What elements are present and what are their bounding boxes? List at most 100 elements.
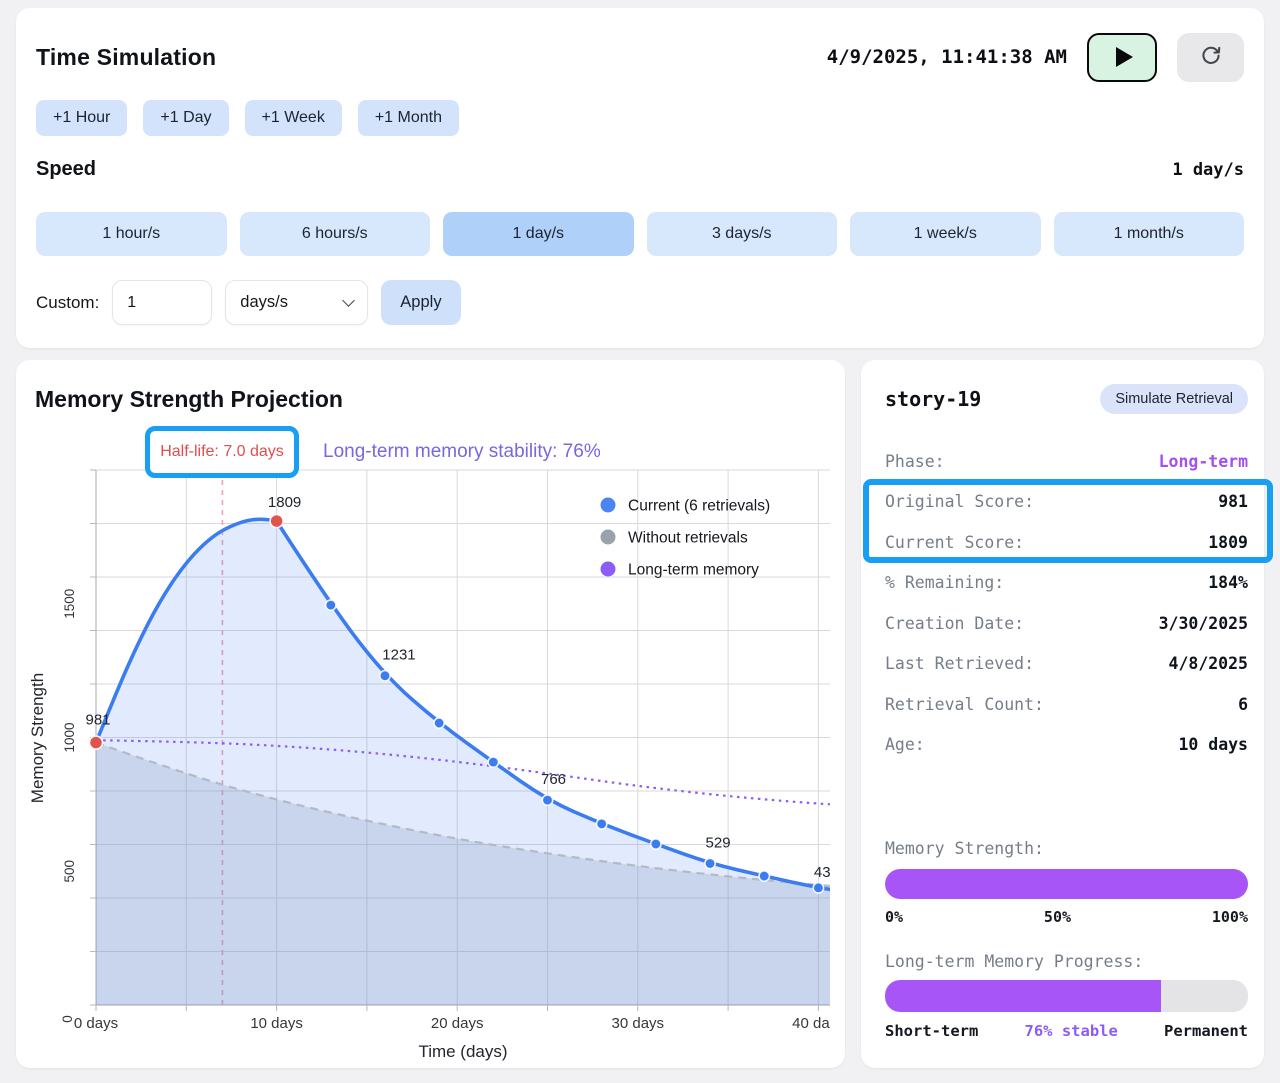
info-row-lastretrieved: Last Retrieved: 4/8/2025 (885, 644, 1248, 685)
info-value: 10 days (1178, 735, 1248, 754)
jump-button-1week[interactable]: +1 Week (245, 100, 342, 136)
scale-50: 50% (1044, 908, 1071, 926)
speed-option-1-hour-s[interactable]: 1 hour/s (36, 212, 227, 256)
memory-strength-bar (885, 869, 1248, 899)
svg-text:30 days: 30 days (612, 1015, 665, 1032)
simulation-controls: 4/9/2025, 11:41:38 AM (827, 33, 1244, 82)
svg-text:40 days: 40 days (792, 1015, 830, 1032)
custom-speed-input[interactable] (112, 280, 212, 325)
time-jump-row: +1 Hour +1 Day +1 Week +1 Month (36, 100, 459, 136)
speed-header: Speed 1 day/s (36, 158, 1244, 181)
info-row-remaining: % Remaining: 184% (885, 563, 1248, 604)
svg-text:0: 0 (60, 1015, 75, 1023)
reset-button[interactable] (1177, 33, 1244, 82)
simulation-datetime: 4/9/2025, 11:41:38 AM (827, 46, 1067, 68)
svg-text:500: 500 (62, 860, 77, 883)
info-row-currentscore: Current Score: 1809 (885, 522, 1248, 563)
memory-strength-label: Memory Strength: (885, 839, 1248, 858)
svg-text:981: 981 (85, 712, 110, 729)
simulate-retrieval-button[interactable]: Simulate Retrieval (1100, 384, 1248, 414)
info-label: Age: (885, 735, 925, 754)
info-value: 3/30/2025 (1159, 614, 1248, 633)
chevron-down-icon (342, 294, 355, 307)
simulation-header: Time Simulation 4/9/2025, 11:41:38 AM (36, 32, 1244, 82)
svg-text:Long-term memory: Long-term memory (628, 562, 759, 579)
info-value: 1809 (1208, 533, 1248, 552)
speed-option-1-day-s[interactable]: 1 day/s (443, 212, 634, 256)
speed-heading: Speed (36, 158, 96, 181)
info-value: 6 (1238, 695, 1248, 714)
info-value: 184% (1208, 573, 1248, 592)
svg-text:Memory Strength: Memory Strength (28, 673, 47, 803)
stable-percent-label: 76% stable (1025, 1022, 1118, 1040)
simulation-title: Time Simulation (36, 44, 216, 71)
info-label: Last Retrieved: (885, 654, 1034, 673)
permanent-label: Permanent (1164, 1022, 1248, 1040)
stability-annotation: Long-term memory stability: 76% (323, 441, 601, 463)
info-label: Phase: (885, 452, 945, 471)
detail-header: story-19 Simulate Retrieval (885, 384, 1248, 414)
info-row-originalscore: Original Score: 981 (885, 482, 1248, 523)
memory-strength-scale: 0% 50% 100% (885, 908, 1248, 926)
info-value: 4/8/2025 (1169, 654, 1248, 673)
svg-text:1500: 1500 (62, 589, 77, 619)
memory-projection-card: Memory Strength Projection 9811809123176… (16, 360, 845, 1068)
shortterm-label: Short-term (885, 1022, 978, 1040)
half-life-label: Half-life: 7.0 days (160, 443, 284, 461)
info-label: % Remaining: (885, 573, 1004, 592)
longterm-progress-label: Long-term Memory Progress: (885, 952, 1248, 971)
longterm-progress-fill (885, 980, 1161, 1012)
svg-text:1000: 1000 (62, 722, 77, 752)
custom-unit-select[interactable]: days/s (225, 280, 368, 325)
speed-option-3-days-s[interactable]: 3 days/s (647, 212, 838, 256)
half-life-annotation-box: Half-life: 7.0 days (145, 426, 299, 478)
memory-strength-fill (885, 869, 1248, 899)
memory-detail-card: story-19 Simulate Retrieval Phase: Long-t… (861, 360, 1264, 1068)
speed-option-6-hours-s[interactable]: 6 hours/s (240, 212, 431, 256)
speed-option-1-week-s[interactable]: 1 week/s (850, 212, 1041, 256)
play-button[interactable] (1087, 33, 1157, 82)
longterm-progress-scale: Short-term 76% stable Permanent (885, 1022, 1248, 1040)
info-label: Original Score: (885, 492, 1034, 511)
info-label: Creation Date: (885, 614, 1024, 633)
info-label: Retrieval Count: (885, 695, 1044, 714)
svg-text:Without retrievals: Without retrievals (628, 530, 748, 547)
memory-id-title: story-19 (885, 387, 981, 411)
custom-speed-row: Custom: days/s Apply (36, 280, 461, 325)
speed-options-row: 1 hour/s 6 hours/s 1 day/s 3 days/s 1 week/s… (36, 212, 1244, 256)
info-value: Long-term (1159, 452, 1248, 471)
memory-simulation-page: { "simulation": { "title": "Time Simulat… (0, 0, 1280, 1083)
svg-text:1231: 1231 (382, 647, 415, 664)
svg-text:766: 766 (541, 771, 566, 788)
current-speed-value: 1 day/s (1172, 160, 1244, 180)
svg-text:1809: 1809 (268, 494, 301, 511)
info-label: Current Score: (885, 533, 1024, 552)
apply-button[interactable]: Apply (381, 280, 460, 325)
memory-info-rows: Phase: Long-term Original Score: 981 Current… (885, 441, 1248, 765)
info-row-retrievalcount: Retrieval Count: 6 (885, 684, 1248, 725)
svg-text:0 days: 0 days (74, 1015, 118, 1032)
memory-strength-chart: 981 1809 1231 766 529 438 0 days 10 days 20 days… (16, 368, 830, 1068)
svg-text:10 days: 10 days (250, 1015, 303, 1032)
reset-icon (1198, 42, 1224, 73)
scale-100: 100% (1212, 908, 1248, 926)
jump-button-1hour[interactable]: +1 Hour (36, 100, 127, 136)
longterm-progress-bar (885, 980, 1248, 1012)
play-icon (1116, 47, 1133, 67)
info-row-phase: Phase: Long-term (885, 441, 1248, 482)
scale-0: 0% (885, 908, 903, 926)
svg-text:20 days: 20 days (431, 1015, 484, 1032)
svg-text:Time (days): Time (days) (418, 1042, 507, 1061)
custom-speed-label: Custom: (36, 293, 99, 313)
speed-option-1-month-s[interactable]: 1 month/s (1054, 212, 1245, 256)
jump-button-1day[interactable]: +1 Day (143, 100, 228, 136)
time-simulation-card: Time Simulation 4/9/2025, 11:41:38 AM +1… (16, 8, 1264, 348)
svg-text:438: 438 (814, 864, 830, 881)
svg-text:529: 529 (706, 834, 731, 851)
info-row-creationdate: Creation Date: 3/30/2025 (885, 603, 1248, 644)
jump-button-1month[interactable]: +1 Month (358, 100, 459, 136)
info-value: 981 (1218, 492, 1248, 511)
svg-text:Current (6 retrievals): Current (6 retrievals) (628, 498, 770, 515)
info-row-age: Age: 10 days (885, 725, 1248, 766)
custom-unit-value: days/s (240, 293, 288, 312)
